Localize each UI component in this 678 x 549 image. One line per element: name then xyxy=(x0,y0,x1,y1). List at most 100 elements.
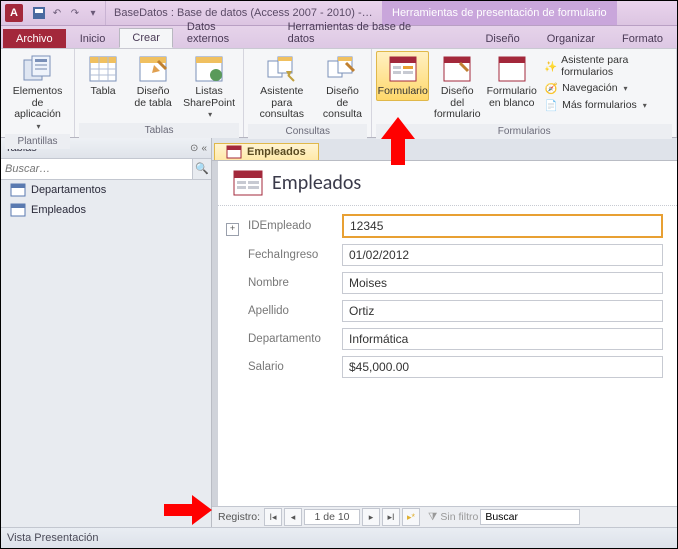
ribbon: Elementos de aplicación▾ Plantillas Tabl… xyxy=(1,48,677,138)
table-icon xyxy=(88,54,118,84)
filter-icon: ⧩ xyxy=(428,511,437,524)
navigation-icon: 🧭 xyxy=(544,81,558,95)
filter-indicator[interactable]: ⧩Sin filtro xyxy=(428,511,478,524)
field-value[interactable]: Informática xyxy=(342,328,663,350)
chevron-down-icon: ▾ xyxy=(643,101,647,110)
btn-label: Elementos de aplicación xyxy=(9,86,66,121)
search-input[interactable] xyxy=(1,160,192,178)
field-value[interactable]: 12345 xyxy=(342,214,663,238)
field-value[interactable]: Moises xyxy=(342,272,663,294)
group-label: Formularios xyxy=(376,124,672,139)
group-label: Consultas xyxy=(248,124,367,139)
wand-icon: ✨ xyxy=(544,59,557,73)
group-formularios: Formulario Diseño del formulario Formula… xyxy=(372,49,677,137)
more-forms-icon: 📄 xyxy=(544,98,558,112)
item-label: Navegación xyxy=(562,82,617,94)
chevron-down-icon[interactable]: ⊙ xyxy=(190,143,198,154)
form-design-icon xyxy=(442,54,472,84)
form-title: Empleados xyxy=(272,171,361,195)
tab-formato[interactable]: Formato xyxy=(609,29,676,48)
field-value[interactable]: 01/02/2012 xyxy=(342,244,663,266)
qat-dropdown-icon[interactable]: ▾ xyxy=(85,5,101,21)
nav-item-departamentos[interactable]: Departamentos xyxy=(1,180,211,200)
quick-access-toolbar: ↶ ↷ ▾ xyxy=(27,1,106,25)
listas-sharepoint-button[interactable]: Listas SharePoint ▾ xyxy=(179,51,239,123)
diseno-consulta-button[interactable]: Diseño de consulta xyxy=(318,51,368,124)
diseno-tabla-button[interactable]: Diseño de tabla xyxy=(129,51,177,112)
chevron-down-icon: ▾ xyxy=(208,111,212,120)
chevron-down-icon: ▾ xyxy=(624,84,628,93)
save-icon[interactable] xyxy=(31,5,47,21)
redo-icon[interactable]: ↷ xyxy=(67,5,83,21)
filter-label: Sin filtro xyxy=(440,511,478,523)
query-design-icon xyxy=(327,54,357,84)
blank-form-icon xyxy=(497,54,527,84)
mas-formularios-button[interactable]: 📄 Más formularios ▾ xyxy=(540,97,672,113)
btn-label: Diseño de consulta xyxy=(322,86,364,121)
form-icon xyxy=(388,54,418,84)
last-record-button[interactable]: ▸I xyxy=(382,508,400,526)
nav-item-empleados[interactable]: Empleados xyxy=(1,200,211,220)
tabla-button[interactable]: Tabla xyxy=(79,51,127,101)
search-icon[interactable]: 🔍 xyxy=(192,159,211,179)
field-departamento: Departamento Informática xyxy=(248,328,663,350)
next-record-button[interactable]: ▸ xyxy=(362,508,380,526)
tab-organizar[interactable]: Organizar xyxy=(534,29,608,48)
record-navigator: Registro: I◂ ◂ 1 de 10 ▸ ▸I ▸* ⧩Sin filt… xyxy=(212,506,677,527)
tab-crear[interactable]: Crear xyxy=(119,28,173,48)
form-header: Empleados xyxy=(218,161,677,206)
group-consultas: Asistente para consultas Diseño de consu… xyxy=(244,49,372,137)
record-label: Registro: xyxy=(216,511,262,523)
tab-archivo[interactable]: Archivo xyxy=(3,29,66,48)
table-icon xyxy=(11,204,25,216)
field-nombre: Nombre Moises xyxy=(248,272,663,294)
field-label: Apellido xyxy=(248,305,342,317)
first-record-button[interactable]: I◂ xyxy=(264,508,282,526)
item-label: Más formularios xyxy=(562,99,637,111)
doc-tab-empleados[interactable]: Empleados xyxy=(214,143,319,160)
ribbon-tabs: Archivo Inicio Crear Datos externos Herr… xyxy=(1,26,677,48)
form-surface: Empleados + IDEmpleado 12345 FechaIngres… xyxy=(212,161,677,506)
document-area: Empleados Empleados + IDEmpleado 12345 F… xyxy=(212,138,677,527)
btn-label: Asistente para consultas xyxy=(252,86,311,121)
undo-icon[interactable]: ↶ xyxy=(49,5,65,21)
application-parts-icon xyxy=(23,54,53,84)
document-tabs: Empleados xyxy=(212,138,677,161)
btn-label: Diseño del formulario xyxy=(434,86,481,121)
formulario-blanco-button[interactable]: Formulario en blanco xyxy=(485,51,538,112)
field-fechaingreso: FechaIngreso 01/02/2012 xyxy=(248,244,663,266)
status-bar: Vista Presentación xyxy=(1,527,677,548)
tab-herramientas-bd[interactable]: Herramientas de base de datos xyxy=(275,17,454,48)
field-value[interactable]: Ortiz xyxy=(342,300,663,322)
tab-inicio[interactable]: Inicio xyxy=(67,29,119,48)
btn-label: Listas SharePoint xyxy=(183,86,235,109)
form-wizards-list: ✨Asistente para formularios 🧭 Navegación ▾… xyxy=(540,51,672,113)
doc-tab-label: Empleados xyxy=(247,146,306,158)
chevron-down-icon: ▾ xyxy=(37,123,41,132)
tab-diseno[interactable]: Diseño xyxy=(472,29,532,48)
sharepoint-icon xyxy=(194,54,224,84)
record-search-input[interactable] xyxy=(480,509,580,525)
prev-record-button[interactable]: ◂ xyxy=(284,508,302,526)
field-value[interactable]: $45,000.00 xyxy=(342,356,663,378)
tab-datos-externos[interactable]: Datos externos xyxy=(174,17,274,48)
table-design-icon xyxy=(138,54,168,84)
nav-search: 🔍 xyxy=(1,159,211,180)
field-label: Departamento xyxy=(248,333,342,345)
field-label: FechaIngreso xyxy=(248,249,342,261)
btn-label: Tabla xyxy=(91,86,116,98)
elementos-aplicacion-button[interactable]: Elementos de aplicación ▾ xyxy=(5,51,70,134)
workspace: Tablas ⊙ « 🔍 Departamentos Empleados Emp… xyxy=(1,138,677,527)
record-position[interactable]: 1 de 10 xyxy=(304,509,360,525)
navegacion-button[interactable]: 🧭 Navegación ▾ xyxy=(540,80,672,96)
new-record-button[interactable]: ▸* xyxy=(402,508,420,526)
formulario-button[interactable]: Formulario xyxy=(376,51,429,101)
collapse-icon[interactable]: « xyxy=(201,143,207,154)
expand-icon[interactable]: + xyxy=(226,223,239,236)
asistente-formularios-button[interactable]: ✨Asistente para formularios xyxy=(540,53,672,79)
diseno-formulario-button[interactable]: Diseño del formulario xyxy=(431,51,483,124)
asistente-consultas-button[interactable]: Asistente para consultas xyxy=(248,51,315,124)
btn-label: Diseño de tabla xyxy=(134,86,171,109)
group-label: Tablas xyxy=(79,123,239,138)
group-label: Plantillas xyxy=(5,134,70,149)
